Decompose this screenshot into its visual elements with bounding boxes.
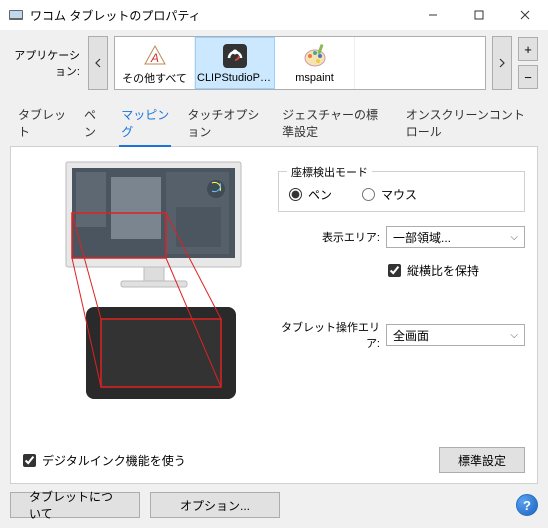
mode-mouse-radio[interactable]: マウス	[362, 186, 417, 203]
app-prev-button[interactable]	[88, 36, 108, 90]
close-button[interactable]	[502, 0, 548, 30]
about-tablet-button[interactable]: タブレットについて	[10, 492, 140, 518]
app-icon	[8, 7, 24, 23]
app-add-remove: + −	[518, 37, 538, 89]
tab-onscreen[interactable]: オンスクリーンコントロール	[404, 102, 532, 146]
display-area-label: 表示エリア:	[278, 229, 380, 245]
mode-pen-input[interactable]	[289, 188, 302, 201]
tab-gesture[interactable]: ジェスチャーの標準設定	[280, 102, 390, 146]
digital-ink-check[interactable]: デジタルインク機能を使う	[23, 452, 186, 469]
app-item-label: mspaint	[295, 72, 334, 84]
mode-mouse-input[interactable]	[362, 188, 375, 201]
help-button[interactable]: ?	[516, 494, 538, 516]
window-buttons	[410, 0, 548, 30]
window-title: ワコム タブレットのプロパティ	[30, 7, 410, 24]
tab-mapping[interactable]: マッピング	[119, 102, 171, 146]
defaults-button[interactable]: 標準設定	[439, 447, 525, 473]
display-area-combo[interactable]: 一部領域... ⌵	[386, 226, 525, 248]
tab-touch[interactable]: タッチオプション	[185, 102, 266, 146]
mapping-panel: 座標検出モード ペン マウス	[10, 147, 538, 484]
app-next-button[interactable]	[492, 36, 512, 90]
digital-ink-input[interactable]	[23, 454, 36, 467]
app-item-all-others[interactable]: A その他すべて	[115, 37, 195, 89]
app-item-mspaint[interactable]: mspaint	[275, 37, 355, 89]
keep-aspect-input[interactable]	[388, 264, 401, 277]
all-others-icon: A	[141, 40, 169, 68]
keep-aspect-check[interactable]: 縦横比を保持	[388, 262, 525, 279]
display-area-row: 表示エリア: 一部領域... ⌵	[278, 226, 525, 248]
window-footer: タブレットについて オプション... ?	[10, 492, 538, 518]
titlebar: ワコム タブレットのプロパティ	[0, 0, 548, 30]
tab-tablet[interactable]: タブレット	[16, 102, 68, 146]
mode-group-title: 座標検出モード	[287, 164, 372, 180]
chevron-down-icon: ⌵	[510, 232, 518, 243]
tabs: タブレット ペン マッピング タッチオプション ジェスチャーの標準設定 オンスク…	[10, 96, 538, 147]
mode-pen-label: ペン	[308, 186, 332, 203]
keep-aspect-label: 縦横比を保持	[407, 262, 479, 279]
wacom-properties-window: ワコム タブレットのプロパティ アプリケーション: A その他すべて	[0, 0, 548, 528]
diagram-svg	[26, 157, 266, 407]
application-row: アプリケーション: A その他すべて CLIPStudioPai...	[10, 36, 538, 90]
tab-pen[interactable]: ペン	[82, 102, 105, 146]
app-item-label: CLIPStudioPai...	[197, 72, 273, 84]
mspaint-icon	[301, 42, 329, 70]
chevron-down-icon: ⌵	[510, 330, 518, 341]
app-add-button[interactable]: +	[518, 37, 538, 61]
chevron-left-icon	[94, 58, 102, 68]
mode-pen-radio[interactable]: ペン	[289, 186, 332, 203]
svg-text:A: A	[149, 51, 158, 65]
application-label: アプリケーション:	[10, 47, 82, 79]
digital-ink-label: デジタルインク機能を使う	[42, 452, 186, 469]
window-body: アプリケーション: A その他すべて CLIPStudioPai...	[0, 30, 548, 528]
maximize-button[interactable]	[456, 0, 502, 30]
clipstudio-icon	[221, 42, 249, 70]
tablet-area-label: タブレット操作エリア:	[278, 319, 380, 351]
app-remove-button[interactable]: −	[518, 65, 538, 89]
panel-footer: デジタルインク機能を使う 標準設定	[23, 441, 525, 473]
mapping-diagram	[23, 157, 268, 435]
options-button[interactable]: オプション...	[150, 492, 280, 518]
application-list: A その他すべて CLIPStudioPai... mspaint	[114, 36, 486, 90]
display-area-value: 一部領域...	[393, 229, 451, 246]
mode-group: 座標検出モード ペン マウス	[278, 171, 525, 212]
app-item-clipstudio[interactable]: CLIPStudioPai...	[195, 37, 275, 89]
chevron-right-icon	[498, 58, 506, 68]
mapping-area: 座標検出モード ペン マウス	[23, 157, 525, 435]
mode-mouse-label: マウス	[381, 186, 417, 203]
minimize-button[interactable]	[410, 0, 456, 30]
tablet-area-value: 全画面	[393, 327, 429, 344]
app-item-label: その他すべて	[122, 70, 187, 86]
tablet-area-row: タブレット操作エリア: 全画面 ⌵	[278, 319, 525, 351]
tablet-area-combo[interactable]: 全画面 ⌵	[386, 324, 525, 346]
mapping-controls: 座標検出モード ペン マウス	[278, 157, 525, 435]
